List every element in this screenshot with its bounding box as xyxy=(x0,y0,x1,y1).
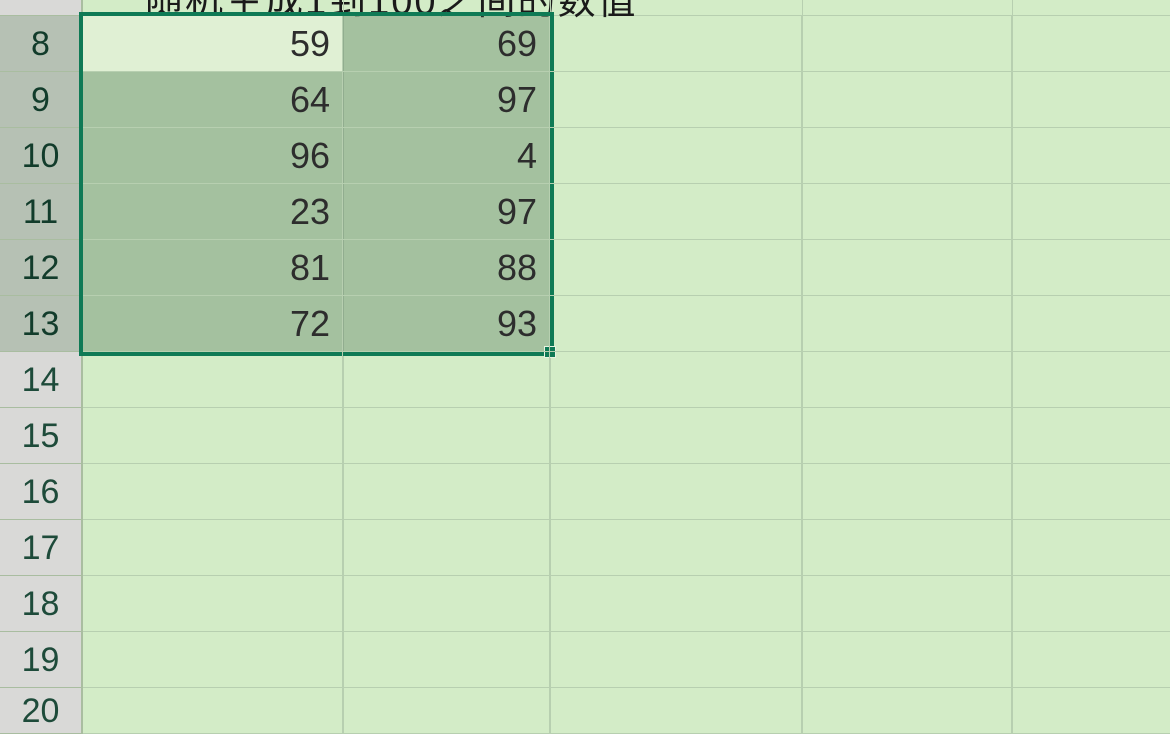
cell-C9[interactable] xyxy=(550,72,802,128)
row-header-9[interactable]: 9 xyxy=(0,72,83,128)
cell-A13[interactable]: 72 xyxy=(83,296,343,352)
cell-B18[interactable] xyxy=(343,576,550,632)
cell-E9[interactable] xyxy=(1012,72,1170,128)
cell-E12[interactable] xyxy=(1012,240,1170,296)
cell-C17[interactable] xyxy=(550,520,802,576)
cell-B11[interactable]: 97 xyxy=(343,184,550,240)
cell-C13[interactable] xyxy=(550,296,802,352)
cell-B8[interactable]: 69 xyxy=(343,16,550,72)
cell-C18[interactable] xyxy=(550,576,802,632)
row-header-15[interactable]: 15 xyxy=(0,408,83,464)
cell-D8[interactable] xyxy=(802,16,1012,72)
cell-D9[interactable] xyxy=(802,72,1012,128)
cell-A12[interactable]: 81 xyxy=(83,240,343,296)
cell-E16[interactable] xyxy=(1012,464,1170,520)
cell-D20[interactable] xyxy=(802,688,1012,734)
cell-C14[interactable] xyxy=(550,352,802,408)
cell-C12[interactable] xyxy=(550,240,802,296)
cell-E19[interactable] xyxy=(1012,632,1170,688)
cell-C8[interactable] xyxy=(550,16,802,72)
cell-C20[interactable] xyxy=(550,688,802,734)
cell-C15[interactable] xyxy=(550,408,802,464)
cell-A20[interactable] xyxy=(83,688,343,734)
cell-D14[interactable] xyxy=(802,352,1012,408)
cell-C11[interactable] xyxy=(550,184,802,240)
row-header-13[interactable]: 13 xyxy=(0,296,83,352)
cell-E18[interactable] xyxy=(1012,576,1170,632)
row-header-partial[interactable] xyxy=(0,0,83,16)
cell-E13[interactable] xyxy=(1012,296,1170,352)
spreadsheet-viewport: 随机生成1到100之间的数值 8 9 10 11 12 13 14 15 16 … xyxy=(0,0,1170,734)
cell-A16[interactable] xyxy=(83,464,343,520)
cell-D10[interactable] xyxy=(802,128,1012,184)
cell-A14[interactable] xyxy=(83,352,343,408)
row-header-12[interactable]: 12 xyxy=(0,240,83,296)
cell-D11[interactable] xyxy=(802,184,1012,240)
row-header-20[interactable]: 20 xyxy=(0,688,83,734)
cell-D15[interactable] xyxy=(802,408,1012,464)
cell-B15[interactable] xyxy=(343,408,550,464)
cell-A9[interactable]: 64 xyxy=(83,72,343,128)
cell-B9[interactable]: 97 xyxy=(343,72,550,128)
cell-A10[interactable]: 96 xyxy=(83,128,343,184)
row-header-17[interactable]: 17 xyxy=(0,520,83,576)
cell-B13[interactable]: 93 xyxy=(343,296,550,352)
cell-C16[interactable] xyxy=(550,464,802,520)
cell-E8[interactable] xyxy=(1012,16,1170,72)
cells-area[interactable]: 59 69 64 97 96 4 23 97 81 88 72 93 xyxy=(83,0,1170,734)
cell-D12[interactable] xyxy=(802,240,1012,296)
cell-E11[interactable] xyxy=(1012,184,1170,240)
cell-B12[interactable]: 88 xyxy=(343,240,550,296)
cell-D17[interactable] xyxy=(802,520,1012,576)
cell-A18[interactable] xyxy=(83,576,343,632)
cell-A19[interactable] xyxy=(83,632,343,688)
cell-C10[interactable] xyxy=(550,128,802,184)
cell-A11[interactable]: 23 xyxy=(83,184,343,240)
cell-E15[interactable] xyxy=(1012,408,1170,464)
cell-A17[interactable] xyxy=(83,520,343,576)
row-header-16[interactable]: 16 xyxy=(0,464,83,520)
cell-B17[interactable] xyxy=(343,520,550,576)
row-header-10[interactable]: 10 xyxy=(0,128,83,184)
cell-C19[interactable] xyxy=(550,632,802,688)
cell-A8[interactable]: 59 xyxy=(83,16,343,72)
cell-E14[interactable] xyxy=(1012,352,1170,408)
cell-D19[interactable] xyxy=(802,632,1012,688)
cell-B16[interactable] xyxy=(343,464,550,520)
cell-B14[interactable] xyxy=(343,352,550,408)
cell-E17[interactable] xyxy=(1012,520,1170,576)
cell-D16[interactable] xyxy=(802,464,1012,520)
cell-E10[interactable] xyxy=(1012,128,1170,184)
row-header-8[interactable]: 8 xyxy=(0,16,83,72)
cell-D18[interactable] xyxy=(802,576,1012,632)
row-header-11[interactable]: 11 xyxy=(0,184,83,240)
cell-E20[interactable] xyxy=(1012,688,1170,734)
cell-B19[interactable] xyxy=(343,632,550,688)
cell-A15[interactable] xyxy=(83,408,343,464)
cell-B20[interactable] xyxy=(343,688,550,734)
row-header-18[interactable]: 18 xyxy=(0,576,83,632)
row-header-14[interactable]: 14 xyxy=(0,352,83,408)
row-header-19[interactable]: 19 xyxy=(0,632,83,688)
cell-D13[interactable] xyxy=(802,296,1012,352)
cell-B10[interactable]: 4 xyxy=(343,128,550,184)
